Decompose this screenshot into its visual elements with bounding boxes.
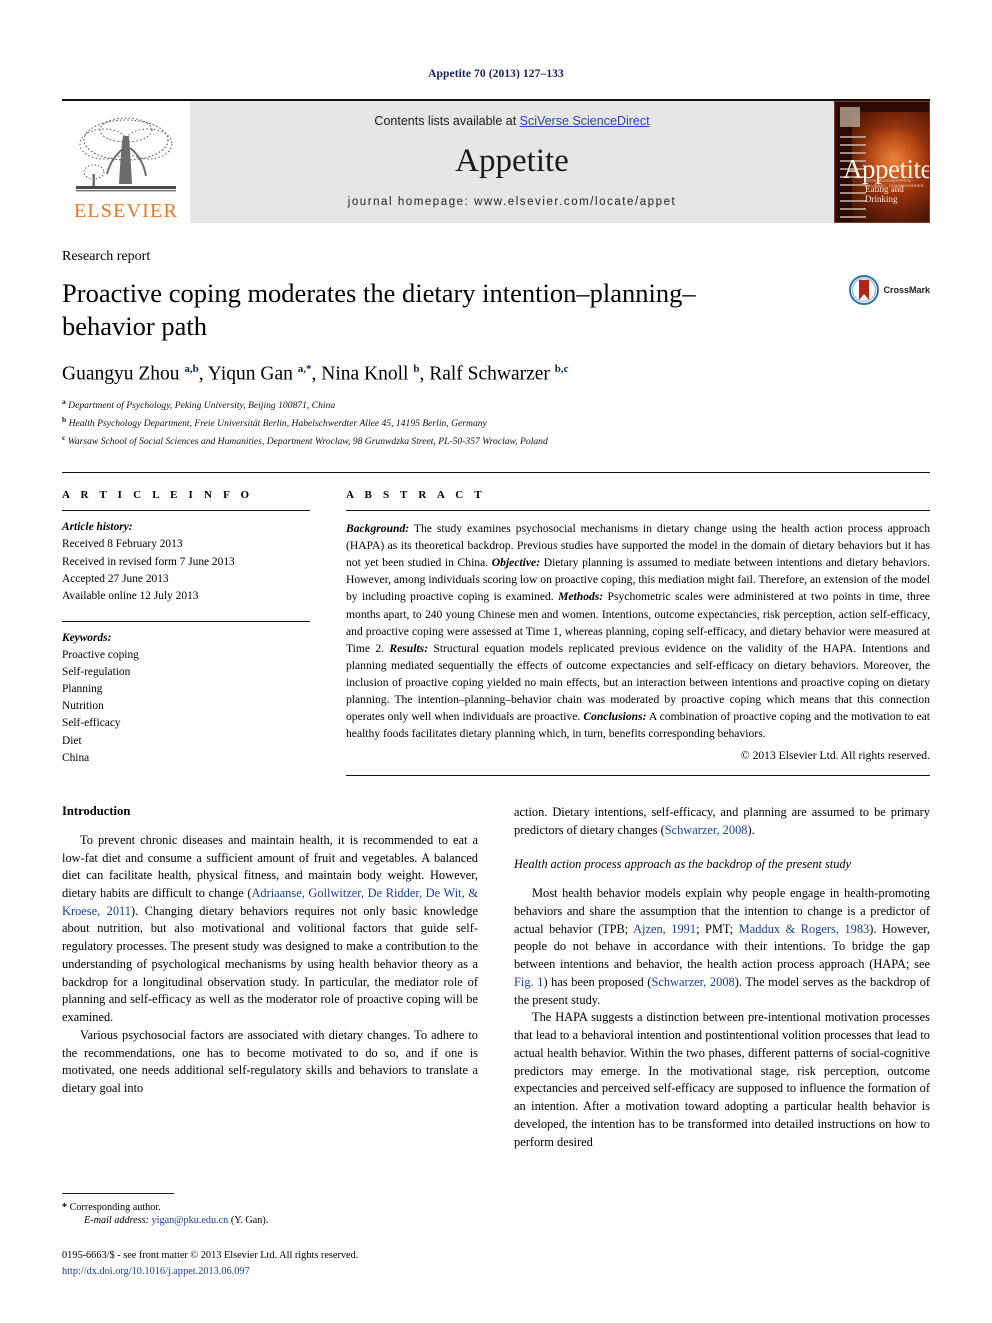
sciencedirect-link[interactable]: SciVerse ScienceDirect xyxy=(520,114,650,128)
affiliation-text: Department of Psychology, Peking Univers… xyxy=(68,400,336,412)
abstract-heading: A B S T R A C T xyxy=(346,489,486,502)
elsevier-wordmark: ELSEVIER xyxy=(73,200,179,222)
elsevier-logo: ELSEVIER xyxy=(62,101,190,223)
abstract-copyright: © 2013 Elsevier Ltd. All rights reserved… xyxy=(740,748,930,762)
affiliation-item: c Warsaw School of Social Sciences and H… xyxy=(62,432,930,450)
affiliation-text: Warsaw School of Social Sciences and Hum… xyxy=(67,436,548,448)
footnote-area: * Corresponding author. E-mail address: … xyxy=(62,1193,478,1280)
author-list: Guangyu Zhou a,b, Yiqun Gan a,*, Nina Kn… xyxy=(62,362,569,385)
section-subheading: Health action process approach as the ba… xyxy=(514,857,851,872)
body-paragraph: The HAPA suggests a distinction between … xyxy=(514,1010,930,1149)
body-paragraph-continuation: action. Dietary intentions, self-efficac… xyxy=(514,804,930,837)
body-columns: Introduction To prevent chronic diseases… xyxy=(62,803,930,1277)
keywords-group: Keywords: Proactive coping Self-regulati… xyxy=(62,622,310,767)
footnote-rule xyxy=(62,1193,174,1195)
abstract-bottom-rule xyxy=(346,774,930,776)
keyword-item: Self-efficacy xyxy=(62,717,121,730)
journal-homepage-line[interactable]: journal homepage: www.elsevier.com/locat… xyxy=(348,196,677,208)
title-block: Research report Proactive coping moderat… xyxy=(62,249,930,450)
body-left-column: Introduction To prevent chronic diseases… xyxy=(62,803,479,1277)
crossmark-label: CrossMark xyxy=(883,285,930,295)
email-label: E-mail address: xyxy=(84,1215,149,1227)
asterisk-icon: * xyxy=(62,1202,68,1214)
corresponding-author-note: * Corresponding author. xyxy=(62,1200,478,1215)
keyword-item: China xyxy=(62,751,90,764)
email-link[interactable]: yigan@pku.edu.cn xyxy=(152,1215,229,1226)
affiliation-marker: b xyxy=(62,415,67,425)
crossmark-badge[interactable]: CrossMark xyxy=(849,275,930,305)
keyword-item: Planning xyxy=(62,683,103,696)
history-item: Available online 12 July 2013 xyxy=(62,589,199,602)
affiliation-item: a Department of Psychology, Peking Unive… xyxy=(62,396,930,414)
body-paragraph: To prevent chronic diseases and maintain… xyxy=(62,832,479,1025)
doi-link[interactable]: http://dx.doi.org/10.1016/j.appet.2013.0… xyxy=(62,1264,478,1280)
journal-cover-thumbnail: Appetite RESEARCH REPORTS · REVIEWS · CO… xyxy=(834,101,930,223)
cover-publisher-mark xyxy=(840,107,860,127)
affiliation-marker: c xyxy=(62,433,66,443)
journal-band: Contents lists available at SciVerse Sci… xyxy=(190,101,834,223)
page-title: Proactive coping moderates the dietary i… xyxy=(62,278,696,341)
issn-line: 0195-6663/$ - see front matter © 2013 El… xyxy=(62,1250,359,1262)
article-info-heading: A R T I C L E I N F O xyxy=(62,489,254,502)
history-item: Received 8 February 2013 xyxy=(62,538,183,551)
history-item: Received in revised form 7 June 2013 xyxy=(62,555,235,568)
email-owner: (Y. Gan). xyxy=(230,1215,269,1227)
article-type-label: Research report xyxy=(62,249,151,264)
article-history-label: Article history: xyxy=(62,521,133,534)
keyword-item: Diet xyxy=(62,734,82,747)
cover-journal-subtitle: Eating and Drinking xyxy=(865,183,904,204)
corresponding-author-text: Corresponding author. xyxy=(69,1202,161,1214)
keywords-label: Keywords: xyxy=(62,631,112,644)
introduction-heading: Introduction xyxy=(62,803,131,818)
running-head: Appetite 70 (2013) 127–133 xyxy=(428,68,564,80)
keyword-item: Self-regulation xyxy=(62,666,131,679)
elsevier-tree-icon xyxy=(76,117,176,192)
abstract-column: A B S T R A C T Background: The study ex… xyxy=(346,489,930,776)
crossmark-icon xyxy=(849,275,880,305)
keyword-item: Nutrition xyxy=(62,700,104,713)
history-item: Accepted 27 June 2013 xyxy=(62,572,169,585)
affiliation-item: b Health Psychology Department, Freie Un… xyxy=(62,414,930,432)
abstract-text: Background: The study examines psychosoc… xyxy=(346,522,930,740)
body-paragraph: Most health behavior models explain why … xyxy=(514,886,931,1007)
affiliation-list: a Department of Psychology, Peking Unive… xyxy=(62,396,930,450)
article-page: Appetite 70 (2013) 127–133 ELSEVIER Cont… xyxy=(0,0,992,1323)
affiliation-text: Health Psychology Department, Freie Univ… xyxy=(68,418,487,430)
email-note: E-mail address: yigan@pku.edu.cn (Y. Gan… xyxy=(62,1215,478,1226)
journal-title: Appetite xyxy=(455,142,569,179)
issn-block: 0195-6663/$ - see front matter © 2013 El… xyxy=(62,1248,478,1280)
info-abstract-section: A R T I C L E I N F O Article history: R… xyxy=(62,472,930,776)
affiliation-marker: a xyxy=(62,397,66,407)
article-info-column: A R T I C L E I N F O Article history: R… xyxy=(62,489,310,775)
body-right-column: action. Dietary intentions, self-efficac… xyxy=(514,804,930,1151)
contents-available-line: Contents lists available at SciVerse Sci… xyxy=(374,114,649,128)
journal-masthead: ELSEVIER Contents lists available at Sci… xyxy=(62,99,930,223)
keyword-item: Proactive coping xyxy=(62,649,139,662)
body-paragraph: Various psychosocial factors are associa… xyxy=(62,1027,478,1096)
article-history-group: Article history: Received 8 February 201… xyxy=(62,511,310,605)
contents-prefix: Contents lists available at xyxy=(374,114,520,128)
